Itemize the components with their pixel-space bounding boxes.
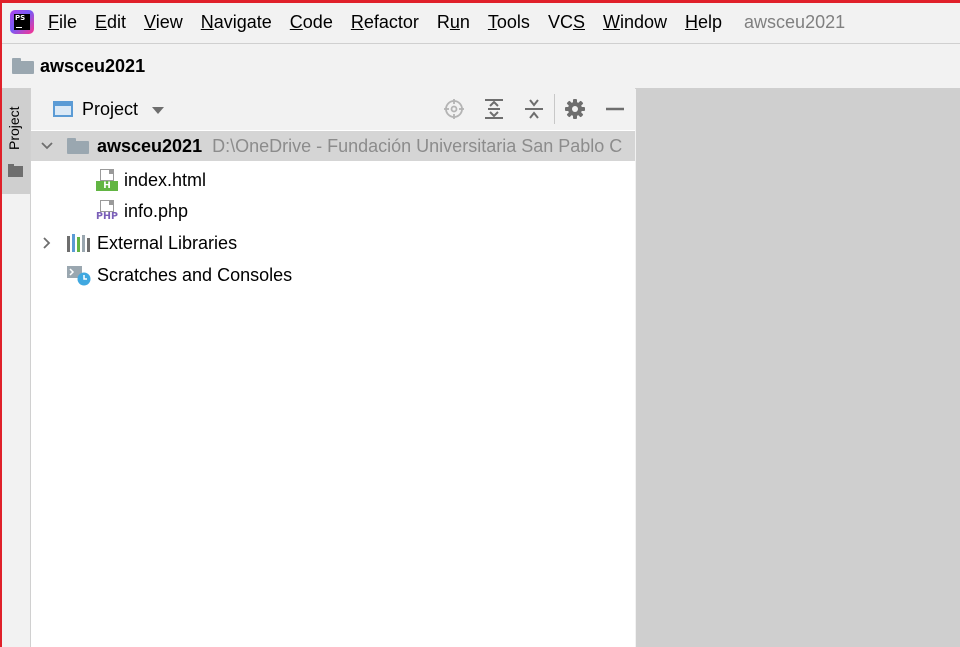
html-file-icon: H	[95, 168, 119, 192]
project-tool-window-button[interactable]: Project	[2, 88, 30, 194]
editor-empty-area	[636, 88, 960, 647]
tree-row-root[interactable]: awsceu2021 D:\OneDrive - Fundación Unive…	[31, 131, 622, 161]
project-panel: Project awsceu2021 D:\OneDrive - Fundaci…	[31, 88, 635, 647]
chevron-right-icon[interactable]	[40, 236, 54, 250]
menu-refactor[interactable]: Refactor	[351, 12, 419, 33]
left-tool-stripe: Project	[2, 88, 31, 647]
gear-icon[interactable]	[555, 88, 595, 130]
file-name-index-html: index.html	[124, 169, 207, 190]
phpstorm-logo-icon: PS	[10, 10, 34, 34]
project-view-selector[interactable]: Project	[82, 99, 138, 120]
external-libraries-label: External Libraries	[97, 232, 238, 253]
menu-code[interactable]: Code	[290, 12, 333, 33]
library-icon	[67, 234, 90, 252]
tree-row-external-libraries[interactable]: External Libraries	[31, 228, 237, 258]
chevron-down-icon[interactable]	[40, 139, 54, 153]
expand-all-icon[interactable]	[474, 88, 514, 130]
root-folder-name: awsceu2021	[97, 135, 203, 156]
project-panel-header: Project	[31, 88, 635, 130]
menu-vcs[interactable]: VCS	[548, 12, 585, 33]
menu-navigate[interactable]: Navigate	[201, 12, 272, 33]
scratches-label: Scratches and Consoles	[97, 264, 293, 285]
breadcrumb-project[interactable]: awsceu2021	[40, 56, 145, 77]
menu-help[interactable]: Help	[685, 12, 722, 33]
folder-icon	[67, 138, 89, 154]
dropdown-arrow-icon[interactable]	[152, 106, 165, 114]
tree-row-info-php[interactable]: PHP info.php	[31, 196, 188, 226]
scratches-icon	[67, 266, 91, 286]
php-file-icon: PHP	[95, 199, 119, 223]
menu-window[interactable]: Window	[603, 12, 667, 33]
menu-view[interactable]: View	[144, 12, 183, 33]
window-project-title: awsceu2021	[744, 11, 846, 32]
tree-row-scratches[interactable]: Scratches and Consoles	[31, 260, 292, 290]
folder-icon	[12, 58, 34, 74]
menu-tools[interactable]: Tools	[488, 12, 530, 33]
menu-edit[interactable]: Edit	[95, 12, 126, 33]
hide-panel-icon[interactable]	[595, 88, 635, 130]
menu-bar: PS File Edit View Navigate Code Refactor…	[2, 3, 960, 41]
root-folder-path: D:\OneDrive - Fundación Universitaria Sa…	[212, 135, 623, 156]
project-tool-label: Project	[6, 106, 22, 150]
navigation-bar: awsceu2021	[2, 43, 960, 89]
collapse-all-icon[interactable]	[514, 88, 554, 130]
menu-file[interactable]: File	[48, 12, 77, 33]
tree-row-index-html[interactable]: H index.html	[31, 165, 206, 195]
project-view-icon	[53, 101, 73, 117]
file-name-info-php: info.php	[124, 200, 189, 221]
menu-run[interactable]: Run	[437, 12, 470, 33]
locate-file-icon[interactable]	[434, 88, 474, 130]
